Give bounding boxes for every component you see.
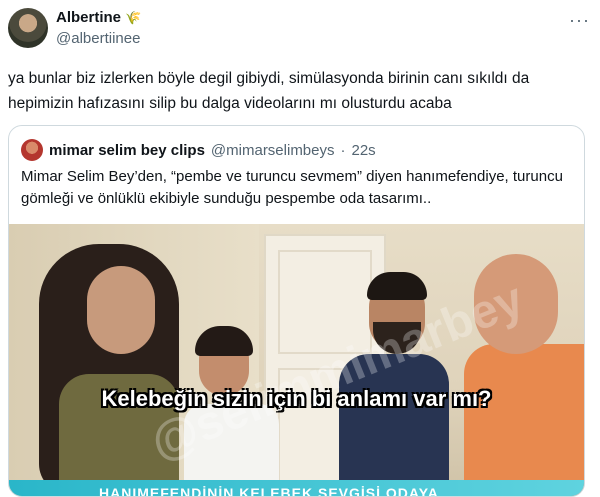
tweet-header: Albertine 🌾 @albertiinee ··· [8, 6, 592, 50]
quoted-tweet-text: Mimar Selim Bey’den, “pembe ve turuncu s… [21, 168, 563, 207]
quoted-tweet[interactable]: mimar selim bey clips @mimarselimbeys · … [8, 125, 585, 497]
author-avatar[interactable] [8, 8, 48, 48]
quoted-tweet-header: mimar selim bey clips @mimarselimbeys · … [21, 139, 376, 161]
video-player[interactable]: @selimmimarbey Kelebeğin sizin için bi a… [9, 224, 584, 496]
quoted-timestamp[interactable]: 22s [352, 142, 376, 159]
more-options-icon[interactable]: ··· [569, 10, 590, 31]
author-name-row: Albertine 🌾 [56, 9, 141, 26]
woman-head [87, 266, 155, 354]
tweet-text: ya bunlar biz izlerken böyle degil gibiy… [8, 70, 530, 112]
quoted-author-handle[interactable]: @mimarselimbeys [211, 142, 335, 159]
orange-shirt-man-figure [464, 344, 584, 496]
bearded-man-hair [367, 272, 427, 300]
quoted-author-name[interactable]: mimar selim bey clips [49, 142, 205, 159]
wheat-emoji-icon: 🌾 [125, 9, 142, 25]
author-name[interactable]: Albertine [56, 9, 121, 26]
tv-banner-text: HANIMEFENDİNİN KELEBEK SEVGİSİ ODAYA [99, 485, 439, 496]
quoted-author-avatar[interactable] [21, 139, 43, 161]
author-handle[interactable]: @albertiinee [56, 30, 140, 47]
separator-dot: · [340, 141, 346, 159]
video-caption: Kelebeğin sizin için bi anlamı var mı? [101, 386, 492, 411]
tv-banner: HANIMEFENDİNİN KELEBEK SEVGİSİ ODAYA [9, 480, 584, 496]
